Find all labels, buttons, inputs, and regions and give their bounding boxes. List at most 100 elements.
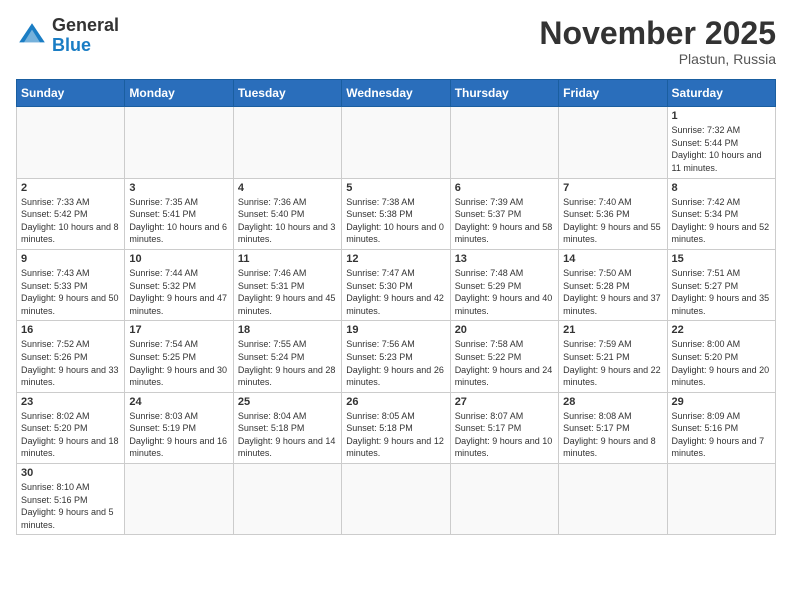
calendar-cell: 19 Sunrise: 7:56 AM Sunset: 5:23 PM Dayli… <box>342 321 450 392</box>
calendar-cell: 8 Sunrise: 7:42 AM Sunset: 5:34 PM Daylig… <box>667 178 775 249</box>
month-title: November 2025 <box>539 16 776 51</box>
day-number: 23 <box>21 396 120 408</box>
day-info: Sunrise: 8:09 AM Sunset: 5:16 PM Dayligh… <box>672 410 771 460</box>
calendar-cell: 15 Sunrise: 7:51 AM Sunset: 5:27 PM Dayli… <box>667 249 775 320</box>
header: General Blue November 2025 Plastun, Russ… <box>16 16 776 67</box>
day-number: 30 <box>21 467 120 479</box>
calendar-cell: 7Sunrise: 7:40 AM Sunset: 5:36 PM Daylig… <box>559 178 667 249</box>
day-number: 10 <box>129 253 228 265</box>
day-number: 26 <box>346 396 445 408</box>
calendar-cell: 25Sunrise: 8:04 AM Sunset: 5:18 PM Dayli… <box>233 392 341 463</box>
day-number: 11 <box>238 253 337 265</box>
logo: General Blue <box>16 16 119 56</box>
day-info: Sunrise: 8:05 AM Sunset: 5:18 PM Dayligh… <box>346 410 445 460</box>
day-number: 21 <box>563 324 662 336</box>
calendar-cell: 21 Sunrise: 7:59 AM Sunset: 5:21 PM Dayli… <box>559 321 667 392</box>
calendar-cell: 17 Sunrise: 7:54 AM Sunset: 5:25 PM Dayli… <box>125 321 233 392</box>
calendar-cell <box>450 107 558 178</box>
day-number: 24 <box>129 396 228 408</box>
day-number: 4 <box>238 182 337 194</box>
day-number: 25 <box>238 396 337 408</box>
weekday-header-thursday: Thursday <box>450 80 558 107</box>
calendar-cell <box>125 464 233 535</box>
day-info: Sunrise: 7:54 AM Sunset: 5:25 PM Dayligh… <box>129 338 228 388</box>
calendar: SundayMondayTuesdayWednesdayThursdayFrid… <box>16 79 776 535</box>
day-info: Sunrise: 8:08 AM Sunset: 5:17 PM Dayligh… <box>563 410 662 460</box>
weekday-header-sunday: Sunday <box>17 80 125 107</box>
day-info: Sunrise: 7:43 AM Sunset: 5:33 PM Dayligh… <box>21 267 120 317</box>
day-number: 19 <box>346 324 445 336</box>
calendar-cell <box>559 107 667 178</box>
week-row-2: 2 Sunrise: 7:33 AM Sunset: 5:42 PM Daylig… <box>17 178 776 249</box>
day-number: 7 <box>563 182 662 194</box>
day-info: Sunrise: 8:00 AM Sunset: 5:20 PM Dayligh… <box>672 338 771 388</box>
week-row-5: 23Sunrise: 8:02 AM Sunset: 5:20 PM Dayli… <box>17 392 776 463</box>
calendar-cell: 1Sunrise: 7:32 AM Sunset: 5:44 PM Daylig… <box>667 107 775 178</box>
logo-icon <box>16 20 48 52</box>
day-number: 14 <box>563 253 662 265</box>
day-info: Sunrise: 7:46 AM Sunset: 5:31 PM Dayligh… <box>238 267 337 317</box>
weekday-header-monday: Monday <box>125 80 233 107</box>
calendar-cell <box>342 464 450 535</box>
calendar-cell <box>342 107 450 178</box>
day-info: Sunrise: 7:39 AM Sunset: 5:37 PM Dayligh… <box>455 196 554 246</box>
calendar-cell: 28Sunrise: 8:08 AM Sunset: 5:17 PM Dayli… <box>559 392 667 463</box>
day-number: 13 <box>455 253 554 265</box>
location: Plastun, Russia <box>539 51 776 67</box>
day-info: Sunrise: 7:36 AM Sunset: 5:40 PM Dayligh… <box>238 196 337 246</box>
day-number: 17 <box>129 324 228 336</box>
calendar-cell: 10 Sunrise: 7:44 AM Sunset: 5:32 PM Dayli… <box>125 249 233 320</box>
calendar-cell <box>233 107 341 178</box>
calendar-cell: 27 Sunrise: 8:07 AM Sunset: 5:17 PM Dayli… <box>450 392 558 463</box>
week-row-4: 16Sunrise: 7:52 AM Sunset: 5:26 PM Dayli… <box>17 321 776 392</box>
day-info: Sunrise: 8:10 AM Sunset: 5:16 PM Dayligh… <box>21 481 120 531</box>
weekday-header-row: SundayMondayTuesdayWednesdayThursdayFrid… <box>17 80 776 107</box>
day-number: 3 <box>129 182 228 194</box>
calendar-cell <box>450 464 558 535</box>
day-number: 6 <box>455 182 554 194</box>
calendar-cell <box>559 464 667 535</box>
calendar-cell: 22 Sunrise: 8:00 AM Sunset: 5:20 PM Dayli… <box>667 321 775 392</box>
calendar-cell <box>125 107 233 178</box>
day-number: 22 <box>672 324 771 336</box>
day-info: Sunrise: 7:35 AM Sunset: 5:41 PM Dayligh… <box>129 196 228 246</box>
week-row-1: 1Sunrise: 7:32 AM Sunset: 5:44 PM Daylig… <box>17 107 776 178</box>
day-info: Sunrise: 7:33 AM Sunset: 5:42 PM Dayligh… <box>21 196 120 246</box>
day-info: Sunrise: 7:47 AM Sunset: 5:30 PM Dayligh… <box>346 267 445 317</box>
calendar-cell: 23Sunrise: 8:02 AM Sunset: 5:20 PM Dayli… <box>17 392 125 463</box>
day-number: 27 <box>455 396 554 408</box>
day-info: Sunrise: 7:52 AM Sunset: 5:26 PM Dayligh… <box>21 338 120 388</box>
week-row-6: 30 Sunrise: 8:10 AM Sunset: 5:16 PM Dayli… <box>17 464 776 535</box>
week-row-3: 9 Sunrise: 7:43 AM Sunset: 5:33 PM Daylig… <box>17 249 776 320</box>
calendar-cell: 30 Sunrise: 8:10 AM Sunset: 5:16 PM Dayli… <box>17 464 125 535</box>
day-info: Sunrise: 7:59 AM Sunset: 5:21 PM Dayligh… <box>563 338 662 388</box>
day-info: Sunrise: 7:48 AM Sunset: 5:29 PM Dayligh… <box>455 267 554 317</box>
logo-text: General Blue <box>52 16 119 56</box>
day-number: 9 <box>21 253 120 265</box>
day-number: 2 <box>21 182 120 194</box>
calendar-cell: 16Sunrise: 7:52 AM Sunset: 5:26 PM Dayli… <box>17 321 125 392</box>
day-info: Sunrise: 8:07 AM Sunset: 5:17 PM Dayligh… <box>455 410 554 460</box>
day-number: 12 <box>346 253 445 265</box>
calendar-cell: 13 Sunrise: 7:48 AM Sunset: 5:29 PM Dayli… <box>450 249 558 320</box>
day-info: Sunrise: 8:03 AM Sunset: 5:19 PM Dayligh… <box>129 410 228 460</box>
day-info: Sunrise: 7:51 AM Sunset: 5:27 PM Dayligh… <box>672 267 771 317</box>
calendar-cell: 12 Sunrise: 7:47 AM Sunset: 5:30 PM Dayli… <box>342 249 450 320</box>
day-number: 5 <box>346 182 445 194</box>
calendar-cell: 24 Sunrise: 8:03 AM Sunset: 5:19 PM Dayli… <box>125 392 233 463</box>
weekday-header-wednesday: Wednesday <box>342 80 450 107</box>
day-number: 18 <box>238 324 337 336</box>
calendar-cell: 14 Sunrise: 7:50 AM Sunset: 5:28 PM Dayli… <box>559 249 667 320</box>
calendar-cell: 11 Sunrise: 7:46 AM Sunset: 5:31 PM Dayli… <box>233 249 341 320</box>
day-info: Sunrise: 7:58 AM Sunset: 5:22 PM Dayligh… <box>455 338 554 388</box>
day-number: 15 <box>672 253 771 265</box>
day-info: Sunrise: 7:42 AM Sunset: 5:34 PM Dayligh… <box>672 196 771 246</box>
day-info: Sunrise: 7:44 AM Sunset: 5:32 PM Dayligh… <box>129 267 228 317</box>
day-info: Sunrise: 7:56 AM Sunset: 5:23 PM Dayligh… <box>346 338 445 388</box>
day-number: 20 <box>455 324 554 336</box>
day-info: Sunrise: 7:50 AM Sunset: 5:28 PM Dayligh… <box>563 267 662 317</box>
title-block: November 2025 Plastun, Russia <box>539 16 776 67</box>
calendar-cell: 5Sunrise: 7:38 AM Sunset: 5:38 PM Daylig… <box>342 178 450 249</box>
day-number: 8 <box>672 182 771 194</box>
calendar-cell: 2 Sunrise: 7:33 AM Sunset: 5:42 PM Daylig… <box>17 178 125 249</box>
